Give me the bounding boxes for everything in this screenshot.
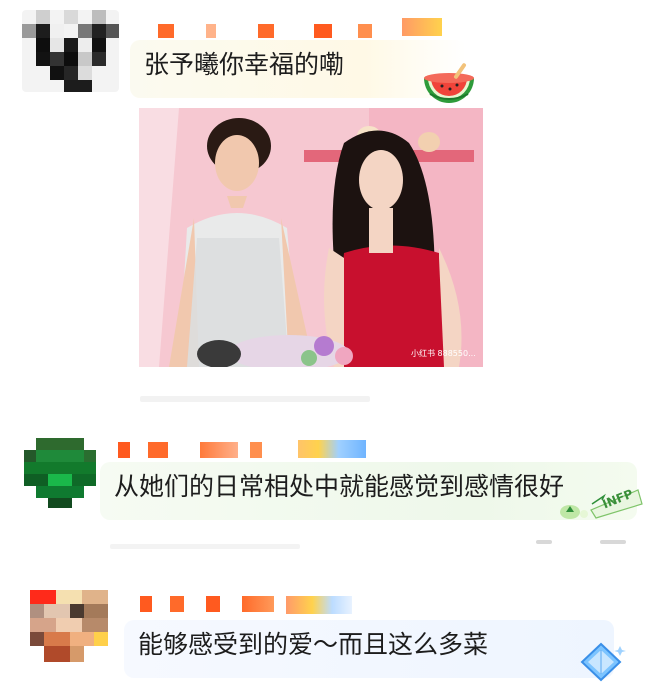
watermelon-icon: [420, 58, 478, 108]
avatar[interactable]: [30, 580, 108, 662]
comment-text[interactable]: 能够感受到的爱～而且这么多菜: [124, 620, 614, 678]
comment-image[interactable]: 小红书 888550...: [139, 108, 483, 367]
avatar[interactable]: [24, 438, 96, 508]
avatar[interactable]: [22, 10, 119, 92]
blue-diamond-icon: [576, 640, 626, 684]
image-watermark: 小红书 888550...: [411, 349, 476, 358]
infp-badge-icon: INFP: [556, 482, 644, 522]
comment-text-label: 张予曦你幸福的嘞: [144, 50, 345, 79]
comment-text-label: 能够感受到的爱～而且这么多菜: [138, 630, 489, 659]
comment-text[interactable]: 张予曦你幸福的嘞: [130, 40, 466, 98]
comment-text-label: 从她们的日常相处中就能感觉到感情很好: [114, 472, 565, 501]
